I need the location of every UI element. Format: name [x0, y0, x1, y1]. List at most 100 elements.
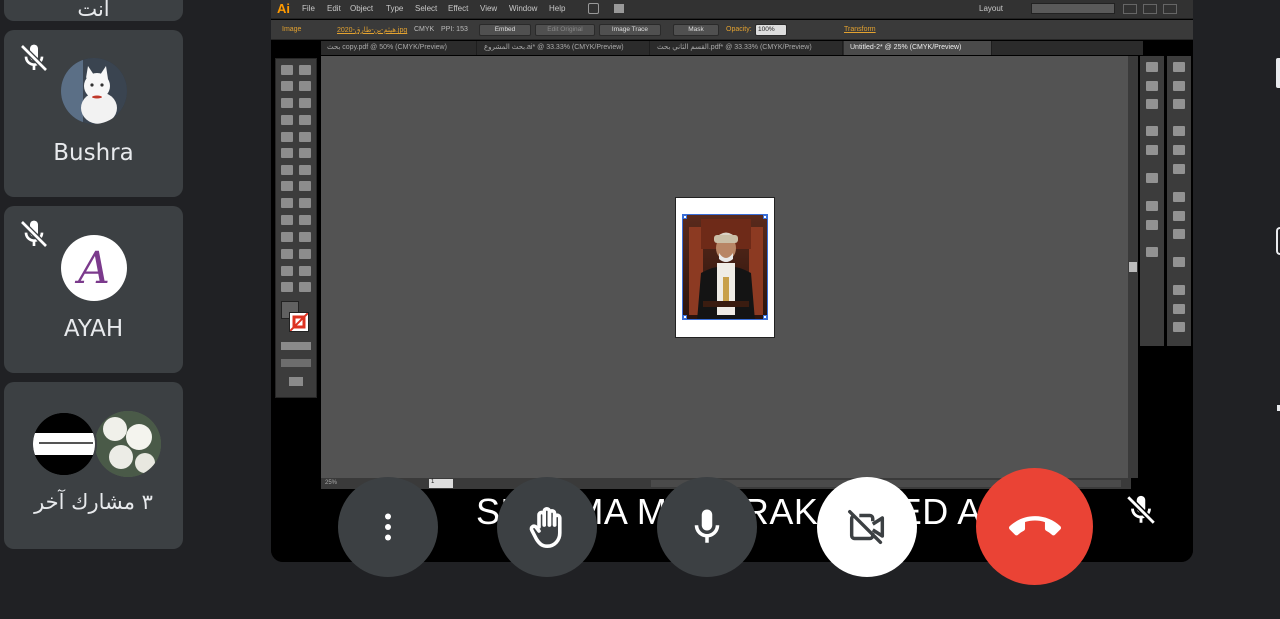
width-tool-icon[interactable]	[281, 181, 293, 191]
raise-hand-button[interactable]	[497, 477, 597, 577]
symbol-sprayer-tool-icon[interactable]	[281, 249, 293, 259]
participant-tile-bushra[interactable]: Bushra	[4, 30, 183, 197]
appearance-panel-icon[interactable]	[1173, 192, 1185, 202]
transform-link[interactable]: Transform	[844, 26, 876, 33]
rotate-tool-icon[interactable]	[281, 165, 293, 175]
participant-tile-self[interactable]: أنت	[4, 0, 183, 21]
camera-off-button[interactable]	[817, 477, 917, 577]
placed-image[interactable]	[682, 214, 768, 320]
maximize-icon[interactable]	[1143, 4, 1157, 14]
lasso-tool-icon[interactable]	[299, 81, 311, 91]
selection-handle[interactable]	[763, 215, 767, 219]
zoom-level[interactable]: 25%	[325, 480, 337, 486]
linked-file-name[interactable]: هيثم-بن-طارق-2020.jpg	[337, 26, 407, 34]
paintbrush-tool-icon[interactable]	[281, 132, 293, 142]
layers-panel-icon[interactable]	[1173, 99, 1185, 109]
gradient-tool-icon[interactable]	[299, 215, 311, 225]
align-panel-icon[interactable]	[1173, 126, 1185, 136]
free-transform-tool-icon[interactable]	[299, 181, 311, 191]
bridge-icon[interactable]	[588, 3, 599, 14]
menu-window[interactable]: Window	[509, 4, 537, 13]
type-tool-icon[interactable]	[299, 98, 311, 108]
symbols-panel-icon[interactable]	[1146, 145, 1158, 155]
selection-handle[interactable]	[683, 315, 687, 319]
color-guide-panel-icon[interactable]	[1146, 81, 1158, 91]
line-tool-icon[interactable]	[281, 115, 293, 125]
artboard-tool-icon[interactable]	[281, 266, 293, 276]
graphic-styles-panel-icon[interactable]	[1146, 173, 1158, 183]
drawing-mode-icon[interactable]	[281, 359, 311, 367]
brushes-panel-icon[interactable]	[1146, 126, 1158, 136]
illustrator-canvas[interactable]	[321, 56, 1131, 478]
menu-view[interactable]: View	[480, 4, 497, 13]
eraser-tool-icon[interactable]	[299, 148, 311, 158]
pencil-tool-icon[interactable]	[299, 132, 311, 142]
pathfinder-panel-icon[interactable]	[1173, 164, 1185, 174]
menu-type[interactable]: Type	[386, 4, 403, 13]
embed-button[interactable]: Embed	[479, 24, 531, 36]
glyphs-panel-icon[interactable]	[1146, 247, 1158, 257]
minimize-icon[interactable]	[1123, 4, 1137, 14]
artboard[interactable]	[675, 197, 775, 338]
gradient-panel-icon[interactable]	[1173, 229, 1185, 239]
menu-edit[interactable]: Edit	[327, 4, 341, 13]
direct-selection-tool-icon[interactable]	[299, 65, 311, 75]
color-mode-icon[interactable]	[281, 342, 311, 350]
color-panel-icon[interactable]	[1146, 62, 1158, 72]
search-field[interactable]	[1031, 3, 1115, 14]
microphone-button[interactable]	[657, 477, 757, 577]
arrange-documents-icon[interactable]	[614, 4, 624, 13]
blend-tool-icon[interactable]	[299, 232, 311, 242]
slice-tool-icon[interactable]	[299, 266, 311, 276]
more-options-button[interactable]	[338, 477, 438, 577]
menu-help[interactable]: Help	[549, 4, 565, 13]
selection-handle[interactable]	[683, 215, 687, 219]
stroke-panel-icon[interactable]	[1173, 257, 1185, 267]
artboards-panel-icon[interactable]	[1173, 62, 1185, 72]
mesh-tool-icon[interactable]	[281, 215, 293, 225]
pen-tool-icon[interactable]	[281, 98, 293, 108]
paragraph-panel-icon[interactable]	[1173, 304, 1185, 314]
artboard-navigation[interactable]: 1	[429, 479, 453, 488]
menu-select[interactable]: Select	[415, 4, 437, 13]
opentype-panel-icon[interactable]	[1173, 322, 1185, 332]
hand-tool-icon[interactable]	[281, 282, 293, 292]
screen-mode-icon[interactable]	[289, 377, 303, 386]
document-tab-active[interactable]: Untitled-2* @ 25% (CMYK/Preview)	[844, 41, 992, 55]
document-tab[interactable]: بحث copy.pdf @ 50% (CMYK/Preview)	[321, 41, 477, 55]
rectangle-tool-icon[interactable]	[299, 115, 311, 125]
scale-tool-icon[interactable]	[299, 165, 311, 175]
participant-tile-others[interactable]: ٣ مشارك آخر	[4, 382, 183, 549]
character-styles-panel-icon[interactable]	[1173, 285, 1185, 295]
edit-original-button[interactable]: Edit Original	[535, 24, 595, 36]
transparency-panel-icon[interactable]	[1173, 211, 1185, 221]
shape-builder-tool-icon[interactable]	[281, 198, 293, 208]
document-tab[interactable]: القسم الثاني بحث.pdf* @ 33.33% (CMYK/Pre…	[651, 41, 843, 55]
opacity-input[interactable]: 100%	[755, 24, 787, 36]
column-graph-tool-icon[interactable]	[299, 249, 311, 259]
document-tab[interactable]: بحث المشروع.ai* @ 33.33% (CMYK/Preview)	[478, 41, 650, 55]
blob-brush-tool-icon[interactable]	[281, 148, 293, 158]
magic-wand-tool-icon[interactable]	[281, 81, 293, 91]
eyedropper-tool-icon[interactable]	[281, 232, 293, 242]
perspective-grid-tool-icon[interactable]	[299, 198, 311, 208]
menu-effect[interactable]: Effect	[448, 4, 468, 13]
scroll-thumb[interactable]	[1129, 262, 1137, 272]
end-call-button[interactable]	[976, 468, 1093, 585]
paragraph-styles-panel-icon[interactable]	[1146, 220, 1158, 230]
workspace-switcher[interactable]: Layout	[979, 4, 1003, 13]
vertical-scrollbar[interactable]	[1128, 56, 1138, 478]
stroke-swatch[interactable]	[289, 312, 309, 332]
selection-handle[interactable]	[763, 315, 767, 319]
zoom-tool-icon[interactable]	[299, 282, 311, 292]
image-trace-button[interactable]: Image Trace	[599, 24, 661, 36]
swatches-panel-icon[interactable]	[1146, 99, 1158, 109]
transform-panel-icon[interactable]	[1173, 145, 1185, 155]
menu-file[interactable]: File	[302, 4, 315, 13]
close-window-icon[interactable]	[1163, 4, 1177, 14]
participant-tile-ayah[interactable]: A AYAH	[4, 206, 183, 373]
selection-tool-icon[interactable]	[281, 65, 293, 75]
mask-button[interactable]: Mask	[673, 24, 719, 36]
character-panel-icon[interactable]	[1146, 201, 1158, 211]
menu-object[interactable]: Object	[350, 4, 373, 13]
